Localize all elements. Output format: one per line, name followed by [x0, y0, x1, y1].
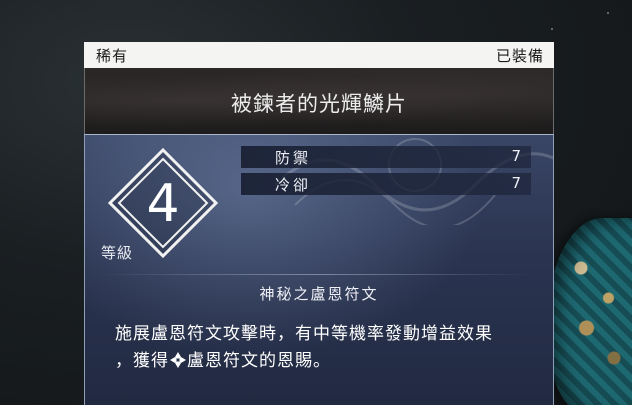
background-sparkle: [607, 12, 609, 14]
game-screen: 稀有 已裝備 被鍊者的光輝鱗片 4 等級 防禦 7 冷卻 7 神秘之盧恩符文 施…: [0, 0, 632, 405]
effect-description-suffix: 盧恩符文的恩賜。: [187, 351, 331, 371]
background-sparkle: [551, 28, 553, 30]
stat-name: 防禦: [275, 149, 312, 167]
item-details-panel: 4 等級 防禦 7 冷卻 7 神秘之盧恩符文 施展盧恩符文攻擊時，有中等機率發動…: [84, 134, 554, 405]
effect-description-prefix: ，獲得: [115, 351, 169, 371]
stat-value: 7: [511, 174, 521, 192]
level-value: 4: [146, 174, 179, 234]
item-name: 被鍊者的光輝鱗片: [231, 92, 407, 116]
effect-description-line-2: ，獲得 盧恩符文的恩賜。: [115, 346, 331, 371]
item-model-preview: [548, 218, 632, 405]
rune-icon: [170, 352, 186, 368]
stat-value: 7: [511, 147, 521, 165]
section-divider: [101, 274, 533, 275]
equipped-status: 已裝備: [495, 47, 544, 65]
item-title-band: 被鍊者的光輝鱗片: [84, 68, 554, 134]
stat-row-defense: 防禦 7: [241, 146, 531, 168]
effect-description-line-1: 施展盧恩符文攻擊時，有中等機率發動增益效果: [115, 324, 493, 344]
effect-title: 神秘之盧恩符文: [259, 285, 379, 303]
rarity-label: 稀有: [96, 47, 129, 65]
tooltip-header: 稀有 已裝備: [84, 42, 554, 69]
item-tooltip: 稀有 已裝備 被鍊者的光輝鱗片 4 等級 防禦 7 冷卻 7 神秘之盧恩符文 施…: [84, 42, 554, 405]
stat-row-cooldown: 冷卻 7: [241, 173, 531, 195]
level-label: 等級: [101, 244, 134, 262]
stat-name: 冷卻: [275, 176, 312, 194]
